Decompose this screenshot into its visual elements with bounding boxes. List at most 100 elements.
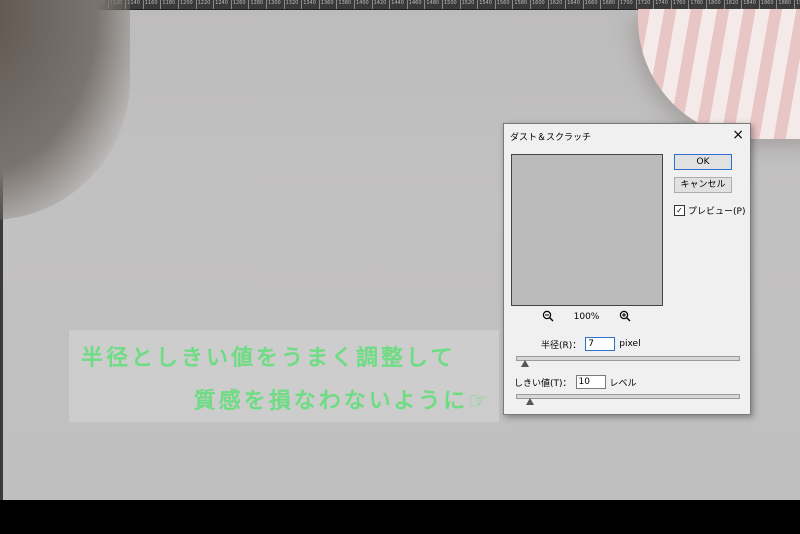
ruler-tick [530, 0, 531, 9]
ruler-tick [758, 0, 760, 9]
ruler-tick [266, 0, 267, 9]
ruler-tick [406, 0, 408, 9]
ruler-tick [741, 0, 743, 9]
radius-unit: pixel [619, 339, 641, 349]
ruler-label: 1180 [162, 0, 176, 6]
caption-line-1: 半径としきい値をうまく調整して [81, 346, 456, 371]
ruler-label: 1900 [796, 0, 800, 6]
close-icon[interactable]: × [732, 126, 744, 144]
striped-cup-photo-region [638, 9, 800, 139]
ruler-label: 1620 [549, 0, 563, 6]
ruler-label: 1320 [285, 0, 299, 6]
ruler-tick [494, 0, 496, 9]
ruler-tick [653, 0, 655, 9]
ruler-label: 1540 [479, 0, 492, 6]
ruler-tick [776, 0, 778, 9]
zoom-level: 100% [573, 312, 600, 322]
cancel-button[interactable]: キャンセル [674, 177, 732, 193]
ruler-tick [688, 0, 690, 9]
ruler-tick [178, 0, 179, 9]
ruler-tick [477, 0, 479, 9]
ruler-label: 1580 [514, 0, 528, 6]
ruler-label: 1220 [197, 0, 211, 6]
ruler-label: 1160 [144, 0, 158, 6]
ruler-tick [670, 0, 672, 9]
ruler-label: 1340 [303, 0, 316, 6]
ruler-tick [582, 0, 584, 9]
ok-button[interactable]: OK [674, 154, 732, 170]
ruler-tick [283, 0, 285, 9]
ruler-label: 1240 [215, 0, 228, 6]
ruler-label: 1280 [250, 0, 264, 6]
ruler-tick [600, 0, 602, 9]
ruler-label: 1760 [672, 0, 686, 6]
preview-label: プレビュー(P) [688, 207, 746, 217]
ruler-tick [213, 0, 215, 9]
ruler-label: 1680 [602, 0, 616, 6]
ruler-label: 1720 [637, 0, 651, 6]
ruler-label: 1780 [690, 0, 704, 6]
threshold-unit: レベル [609, 378, 637, 389]
ruler-tick [389, 0, 391, 9]
ruler-tick [706, 0, 707, 9]
threshold-slider[interactable] [516, 394, 740, 405]
dialog-title: ダスト＆スクラッチ [510, 133, 592, 143]
preview-checkbox[interactable]: ✓ [674, 205, 685, 216]
ruler-tick [565, 0, 567, 9]
caption-line-2: 質感を損なわないように☞ [193, 389, 491, 414]
radius-slider[interactable] [516, 356, 740, 367]
caption-overlay: 半径としきい値をうまく調整して 質感を損なわないように☞ [69, 330, 499, 422]
ruler-label: 1660 [584, 0, 598, 6]
zoom-out-icon[interactable] [542, 310, 554, 322]
ruler-label: 1640 [567, 0, 580, 6]
threshold-input[interactable]: 10 [575, 375, 606, 389]
ruler-label: 1800 [708, 0, 721, 6]
filter-preview[interactable] [511, 154, 663, 306]
ruler-label: 1600 [532, 0, 545, 6]
dust-scratches-dialog: ダスト＆スクラッチ × 100% OK キャンセル ✓ プレビュー(P) 半径(… [503, 123, 751, 415]
ruler-label: 1200 [180, 0, 193, 6]
threshold-row: しきい値(T)： 10 レベル [514, 375, 637, 389]
ruler-label: 1380 [338, 0, 352, 6]
radius-input[interactable]: 7 [585, 337, 616, 351]
ruler-label: 1560 [496, 0, 510, 6]
ruler-tick [301, 0, 303, 9]
ruler-label: 1840 [743, 0, 756, 6]
photo-shadow-region [0, 0, 130, 220]
ruler-tick [512, 0, 514, 9]
ruler-label: 1740 [655, 0, 668, 6]
ruler-tick [442, 0, 443, 9]
radius-label: 半径(R)： [541, 340, 582, 351]
ruler-tick [230, 0, 232, 9]
ruler-label: 1820 [725, 0, 739, 6]
ruler-tick [424, 0, 426, 9]
ruler-tick [618, 0, 619, 9]
radius-slider-thumb[interactable] [521, 360, 530, 367]
ruler-tick [318, 0, 320, 9]
ruler-tick [195, 0, 197, 9]
ruler-label: 1440 [391, 0, 404, 6]
ruler-label: 1880 [778, 0, 792, 6]
ruler-label: 1400 [356, 0, 369, 6]
ruler-tick [354, 0, 355, 9]
ruler-tick [723, 0, 725, 9]
ruler-tick [142, 0, 144, 9]
ruler-label: 1700 [620, 0, 633, 6]
ruler-tick [459, 0, 461, 9]
threshold-label: しきい値(T)： [514, 378, 572, 389]
ruler-label: 1360 [320, 0, 334, 6]
image-canvas[interactable]: 1000102010401060108011001120114011601180… [0, 0, 800, 500]
ruler-label: 1480 [426, 0, 440, 6]
ruler-label: 1300 [268, 0, 281, 6]
ruler-tick [635, 0, 637, 9]
ruler-tick [371, 0, 373, 9]
threshold-slider-thumb[interactable] [525, 398, 534, 405]
ruler-tick [336, 0, 338, 9]
zoom-in-icon[interactable] [619, 310, 631, 322]
preview-toggle[interactable]: ✓ プレビュー(P) [674, 204, 745, 217]
ruler-tick [547, 0, 549, 9]
radius-row: 半径(R)： 7 pixel [541, 337, 641, 351]
ruler-label: 1500 [444, 0, 457, 6]
ruler-label: 1860 [760, 0, 774, 6]
ruler-label: 1420 [373, 0, 387, 6]
